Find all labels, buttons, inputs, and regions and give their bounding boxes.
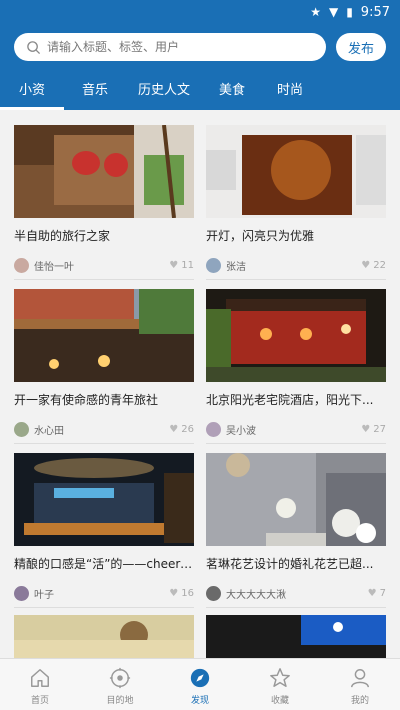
star-icon <box>270 668 290 687</box>
feed-card[interactable]: 开一家有使命感的青年旅社 水心田 ♥ 26 <box>14 289 194 444</box>
card-image-hostel <box>14 289 194 382</box>
nav-profile[interactable]: 我的 <box>320 659 400 710</box>
bottom-nav: 首页 目的地 发现 收藏 我的 <box>0 658 400 710</box>
feed-card[interactable]: 精酿的口感是“活”的——cheerd... 叶子 ♥ 16 <box>14 453 194 608</box>
avatar[interactable] <box>14 421 29 437</box>
card-user[interactable]: 佳怡一叶 <box>34 258 169 273</box>
battery-icon: ▮ <box>346 5 353 19</box>
home-icon <box>31 669 49 687</box>
nav-discover[interactable]: 发现 <box>160 659 240 710</box>
divider <box>206 279 386 280</box>
nav-favorites[interactable]: 收藏 <box>240 659 320 710</box>
tab-xiaozi[interactable]: 小资 <box>0 78 64 110</box>
card-image-bar <box>14 453 194 546</box>
feed-card[interactable] <box>206 615 386 658</box>
card-title: 半自助的旅行之家 <box>14 229 111 243</box>
publish-button[interactable]: 发布 <box>336 33 386 61</box>
avatar[interactable] <box>206 421 221 437</box>
avatar[interactable] <box>206 585 221 601</box>
card-title: 开灯，闪亮只为优雅 <box>206 229 315 243</box>
heart-icon[interactable]: ♥ <box>361 260 370 271</box>
feed-card[interactable]: 半自助的旅行之家 佳怡一叶 ♥ 11 <box>14 125 194 280</box>
heart-icon[interactable]: ♥ <box>169 588 178 599</box>
divider <box>206 607 386 608</box>
like-count: 7 <box>379 587 386 599</box>
search-input[interactable] <box>47 40 277 54</box>
card-title: 北京阳光老宅院酒店，阳光下... <box>206 393 374 407</box>
avatar[interactable] <box>206 257 221 273</box>
nav-home[interactable]: 首页 <box>0 659 80 710</box>
heart-icon[interactable]: ♥ <box>368 588 377 599</box>
nav-label: 收藏 <box>270 696 289 706</box>
card-image-courtyard <box>206 289 386 382</box>
nav-label: 发现 <box>190 696 209 706</box>
card-title: 精酿的口感是“活”的——cheerd... <box>14 557 194 571</box>
wifi-icon: ▼ <box>328 5 339 19</box>
status-time: 9:57 <box>360 4 390 20</box>
nav-label: 首页 <box>30 696 49 706</box>
like-count: 16 <box>181 587 194 599</box>
user-icon <box>351 669 369 688</box>
card-user[interactable]: 张洁 <box>226 258 361 273</box>
avatar[interactable] <box>14 257 29 273</box>
feed-card[interactable]: 开灯，闪亮只为优雅 张洁 ♥ 22 <box>206 125 386 280</box>
tab-food[interactable]: 美食 <box>202 78 262 110</box>
feed-card[interactable]: 茗琳花艺设计的婚礼花艺已超... 大大大大大湫 ♥ 7 <box>206 453 386 608</box>
status-bar: ★ ▼ ▮ 9:57 <box>0 0 400 24</box>
card-image-porch <box>14 125 194 218</box>
heart-icon[interactable]: ♥ <box>169 260 178 271</box>
card-user[interactable]: 大大大大大湫 <box>226 586 368 601</box>
divider <box>14 279 194 280</box>
avatar[interactable] <box>14 585 29 601</box>
tab-history[interactable]: 历史人文 <box>126 78 202 110</box>
heart-icon[interactable]: ♥ <box>169 424 178 435</box>
card-user[interactable]: 水心田 <box>34 422 169 437</box>
feed-card[interactable]: 北京阳光老宅院酒店，阳光下... 吴小波 ♥ 27 <box>206 289 386 444</box>
card-image-partial <box>14 615 194 658</box>
card-image-partial <box>206 615 386 658</box>
like-count: 27 <box>373 423 386 435</box>
search-icon <box>27 40 41 54</box>
nav-label: 目的地 <box>106 696 134 706</box>
divider <box>14 607 194 608</box>
card-title: 开一家有使命感的青年旅社 <box>14 393 159 407</box>
card-image-flowers <box>206 453 386 546</box>
category-tabs: 小资 音乐 历史人文 美食 时尚 <box>0 78 400 110</box>
feed: 半自助的旅行之家 佳怡一叶 ♥ 11 开灯，闪亮只为优雅 张洁 ♥ 22 开一家… <box>0 110 400 658</box>
card-title: 茗琳花艺设计的婚礼花艺已超... <box>206 557 374 571</box>
target-icon <box>109 667 131 689</box>
card-image-lamp <box>206 125 386 218</box>
nav-destination[interactable]: 目的地 <box>80 659 160 710</box>
divider <box>14 443 194 444</box>
tab-music[interactable]: 音乐 <box>64 78 126 110</box>
divider <box>206 443 386 444</box>
nav-label: 我的 <box>350 696 369 706</box>
compass-icon <box>190 668 210 688</box>
tab-fashion[interactable]: 时尚 <box>262 78 318 110</box>
heart-icon[interactable]: ♥ <box>361 424 370 435</box>
like-count: 26 <box>181 423 194 435</box>
card-user[interactable]: 叶子 <box>34 586 169 601</box>
like-count: 22 <box>373 259 386 271</box>
card-user[interactable]: 吴小波 <box>226 422 361 437</box>
app-header: ★ ▼ ▮ 9:57 发布 小资 音乐 历史人文 美食 时尚 <box>0 0 400 110</box>
search-box[interactable] <box>14 33 326 61</box>
like-count: 11 <box>181 259 194 271</box>
feed-card[interactable] <box>14 615 194 658</box>
notification-star-icon: ★ <box>310 5 321 19</box>
